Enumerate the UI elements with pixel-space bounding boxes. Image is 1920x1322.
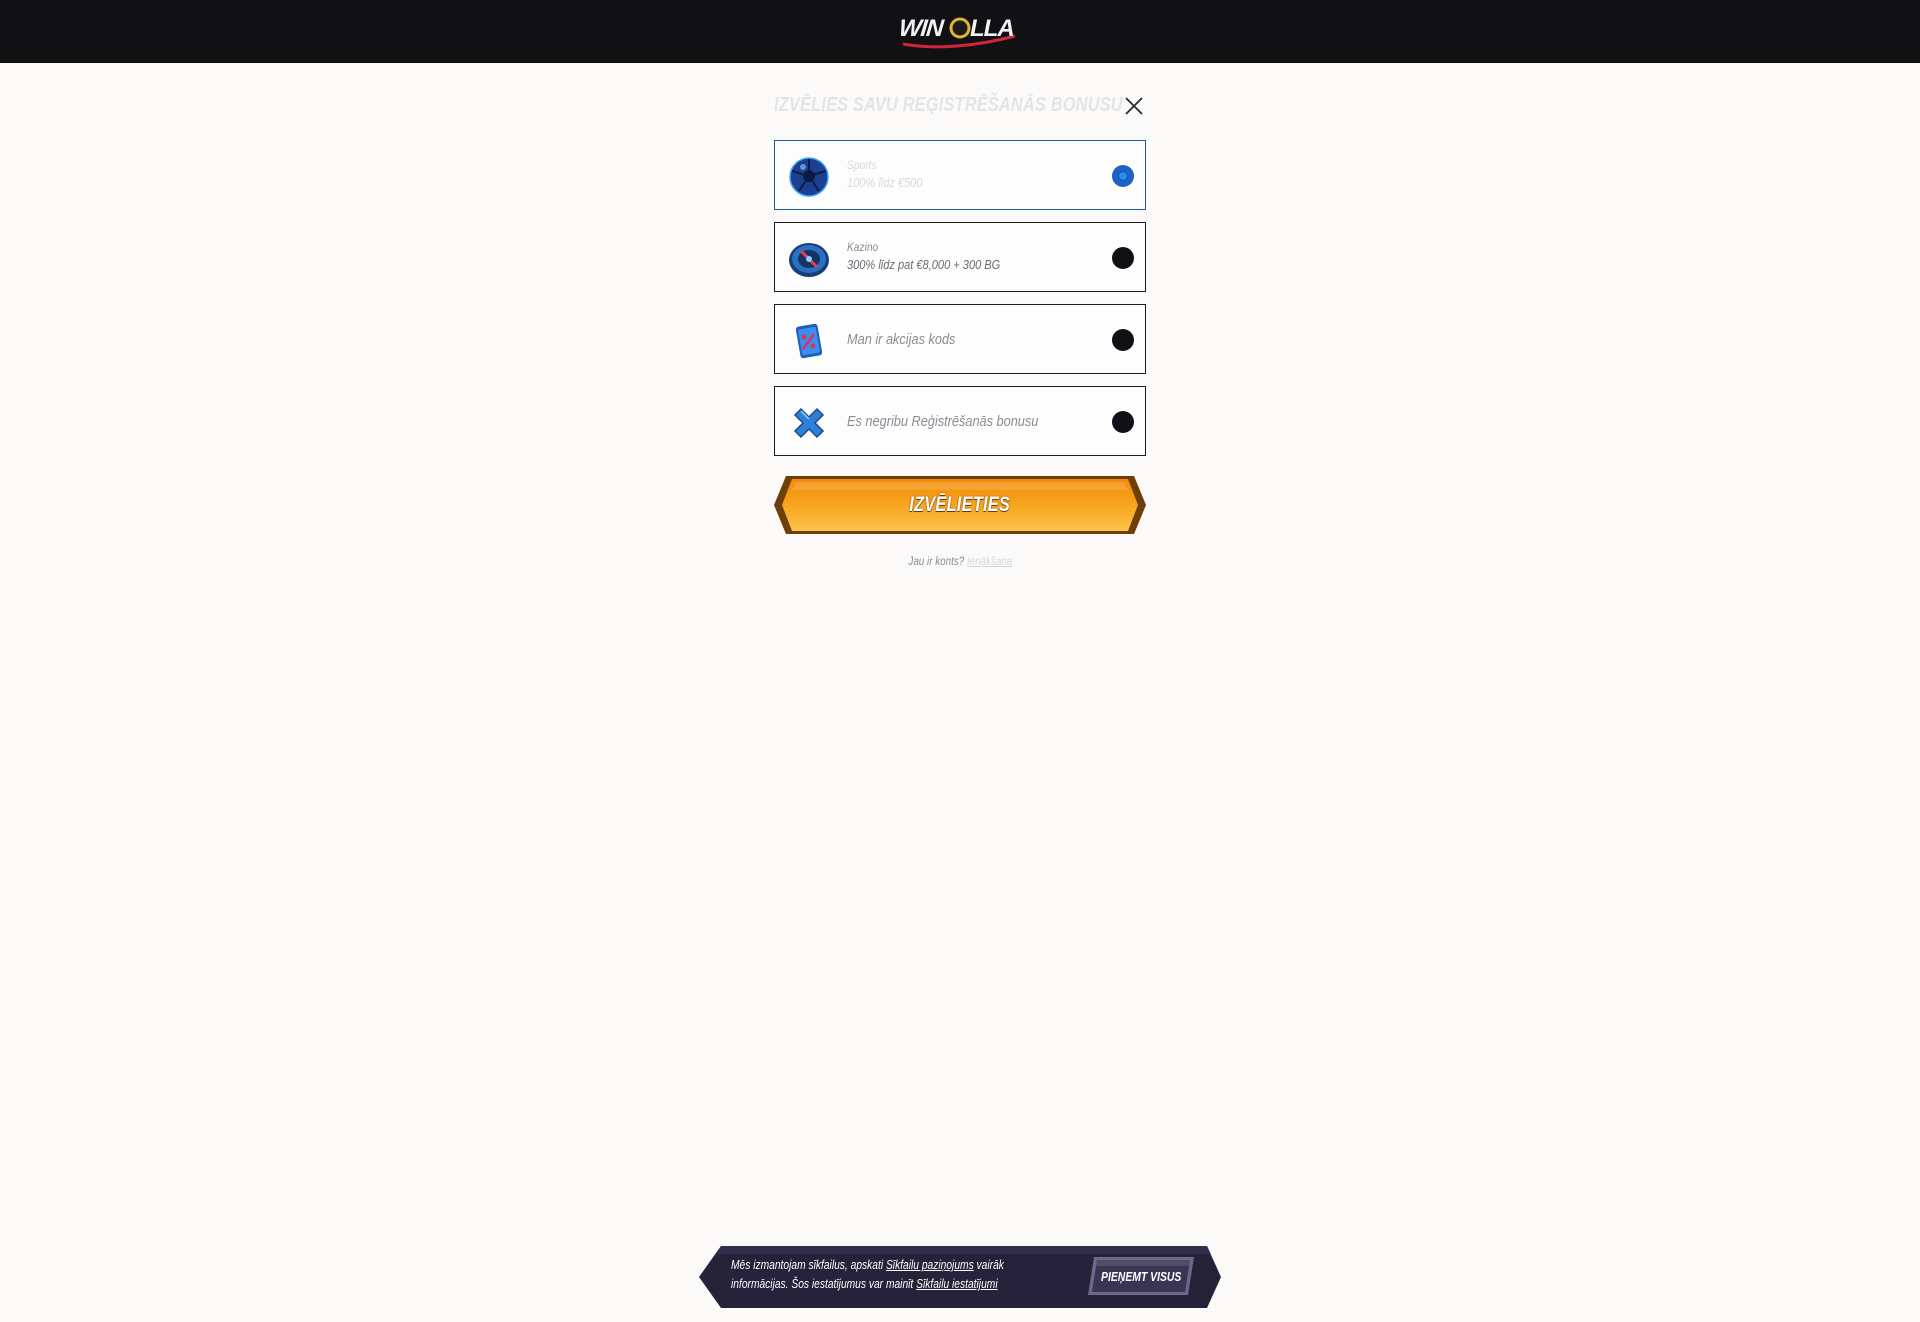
close-icon (1125, 97, 1143, 115)
accept-all-label: PIEŅEMT VISUS (1100, 1268, 1182, 1284)
radio-unselected[interactable] (1112, 329, 1134, 351)
bonus-option-no-bonus[interactable]: Es negribu Reģistrēšanās bonusu (774, 386, 1146, 456)
login-prompt: Jau ir konts? Ienākšana (774, 554, 1146, 568)
login-link[interactable]: Ienākšana (967, 554, 1012, 568)
cookie-banner: Mēs izmantojam sīkfailus, apskati Sīkfai… (699, 1246, 1221, 1308)
choose-button-label: IZVĒLIETIES (909, 493, 1011, 516)
accept-all-button[interactable]: PIEŅEMT VISUS (1084, 1257, 1198, 1295)
modal-title: IZVĒLIES SAVU REĢISTRĒŠANĀS BONUSU (774, 94, 1123, 116)
svg-text:LLA: LLA (970, 15, 1014, 42)
radio-selected[interactable] (1112, 165, 1134, 187)
option-offer: 300% līdz pat €8,000 + 300 BG (847, 257, 1001, 272)
close-button[interactable] (1122, 94, 1146, 118)
bonus-option-sports[interactable]: Sports 100% līdz €500 (774, 140, 1146, 210)
promo-tag-icon (787, 319, 831, 363)
cookie-notice-link[interactable]: Sīkfailu paziņojums (886, 1258, 974, 1272)
winrolla-logo[interactable]: WIN LLA (897, 10, 1023, 52)
bonus-option-promo-code[interactable]: Man ir akcijas kods (774, 304, 1146, 374)
cookie-settings-link[interactable]: Sīkfailu iestatījumi (916, 1277, 997, 1291)
cookie-text: Mēs izmantojam sīkfailus, apskati Sīkfai… (731, 1256, 1061, 1294)
bonus-option-casino[interactable]: Kazino 300% līdz pat €8,000 + 300 BG (774, 222, 1146, 292)
radio-unselected[interactable] (1112, 247, 1134, 269)
option-label: Sports (847, 158, 877, 172)
top-bar: WIN LLA (0, 0, 1920, 63)
cookie-text-1: Mēs izmantojam sīkfailus, apskati (731, 1258, 884, 1272)
svg-text:WIN: WIN (898, 15, 946, 42)
casino-chip-icon (787, 237, 831, 281)
option-label: Kazino (847, 240, 879, 254)
cross-icon (787, 401, 831, 445)
radio-unselected[interactable] (1112, 411, 1134, 433)
option-offer: 100% līdz €500 (847, 175, 923, 190)
option-label: Es negribu Reģistrēšanās bonusu (847, 412, 1039, 430)
option-label: Man ir akcijas kods (847, 330, 956, 348)
login-prompt-text: Jau ir konts? (908, 554, 964, 568)
football-icon (787, 155, 831, 199)
choose-button[interactable]: IZVĒLIETIES (774, 476, 1146, 534)
